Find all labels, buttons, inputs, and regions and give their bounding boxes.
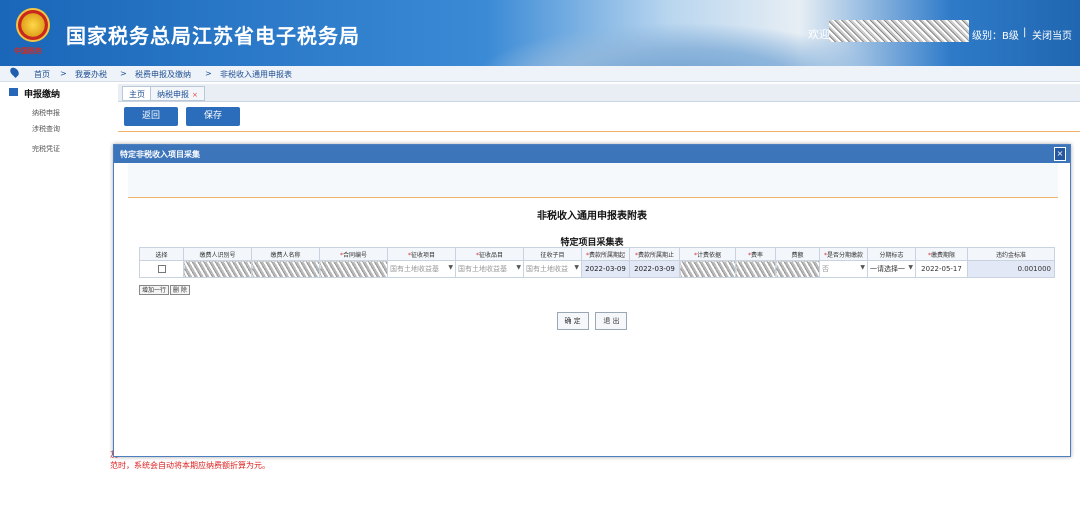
- tax-emblem-icon: [16, 8, 50, 42]
- close-page-link[interactable]: 关闭当页: [1032, 27, 1072, 42]
- welcome-text: 欢迎: [808, 28, 830, 41]
- payer-id-cell: [183, 260, 252, 278]
- column-header: 缴费人识别号: [183, 247, 252, 261]
- tab-close-icon[interactable]: ×: [192, 91, 198, 99]
- table-header-row: 选择 缴费人识别号 缴费人名称 *合同编号 *征收项目 *征收品目 征收子目 *费款所属期起 *…: [139, 247, 1055, 261]
- column-header: *费款所属期止: [629, 247, 680, 261]
- column-label: 缴费期限: [930, 251, 955, 259]
- table-row: 国有土地收益基 国有土地收益基 国有土地收益 2022-03-09 2022-0…: [139, 260, 1055, 278]
- column-header: 缴费人名称: [251, 247, 320, 261]
- tab-label: 纳税申报: [157, 90, 189, 99]
- column-header: 费额: [775, 247, 820, 261]
- installment-flag-select[interactable]: 一请选择一: [867, 260, 916, 278]
- sidebar-heading[interactable]: 申报缴纳: [24, 87, 60, 100]
- back-button[interactable]: 返回: [124, 107, 178, 126]
- tab-tax-declare[interactable]: 纳税申报 ×: [150, 86, 205, 101]
- column-header: 征收子目: [523, 247, 582, 261]
- levy-subitem2-select[interactable]: 国有土地收益: [523, 260, 582, 278]
- masked-user-name: [829, 20, 969, 42]
- delete-row-button[interactable]: 删 除: [170, 285, 190, 295]
- column-header: *征收项目: [387, 247, 456, 261]
- payer-name-cell: [251, 260, 320, 278]
- collection-table: 选择 缴费人识别号 缴费人名称 *合同编号 *征收项目 *征收品目 征收子目 *费款所属期起 *…: [139, 247, 1055, 278]
- modal-title: 特定非税收入项目采集: [114, 145, 1070, 163]
- row-select-cell[interactable]: [139, 260, 184, 278]
- sidebar-item-tax-certificate[interactable]: 完税凭证: [32, 144, 60, 154]
- column-header: 违约金标准: [967, 247, 1055, 261]
- column-header: *计费依据: [679, 247, 736, 261]
- column-label: 是否分期缴款: [826, 251, 863, 259]
- breadcrumb-sep: >: [120, 69, 127, 78]
- column-header: *合同编号: [319, 247, 388, 261]
- site-title: 国家税务总局江苏省电子税务局: [66, 24, 360, 48]
- row-checkbox[interactable]: [157, 265, 166, 273]
- column-label: 违约金标准: [995, 251, 1026, 259]
- contract-no-input[interactable]: [319, 260, 388, 278]
- fee-basis-input[interactable]: [679, 260, 736, 278]
- column-label: 计费依据: [696, 251, 721, 259]
- menu-grid-icon: [9, 88, 18, 96]
- breadcrumb-tax[interactable]: 我要办税: [75, 69, 107, 80]
- modal-band: [128, 163, 1058, 198]
- column-header: *缴费期限: [915, 247, 968, 261]
- column-label: 费款所属期起: [588, 251, 625, 259]
- header-separator: |: [1023, 27, 1027, 38]
- column-label: 费率: [750, 251, 763, 259]
- breadcrumb-current: 非税收入通用申报表: [220, 70, 292, 79]
- period-end-input[interactable]: 2022-03-09: [629, 260, 680, 278]
- breadcrumb-sep: >: [205, 69, 212, 78]
- column-label: 缴费人名称: [270, 251, 301, 259]
- column-label: 征收子目: [540, 251, 565, 259]
- column-header: 选择: [139, 247, 184, 261]
- levy-subitem-select[interactable]: 国有土地收益基: [455, 260, 524, 278]
- sidebar-item-tax-declare[interactable]: 纳税申报: [32, 108, 60, 118]
- breadcrumb-declare[interactable]: 税费申报及缴纳: [135, 69, 191, 80]
- penalty-rate-cell: 0.001000: [967, 260, 1055, 278]
- modal-footer: 确 定 退 出: [114, 312, 1070, 330]
- breadcrumb-sep: >: [60, 69, 67, 78]
- column-label: 选择: [155, 251, 168, 259]
- form-heading: 非税收入通用申报表附表: [537, 211, 647, 222]
- tab-label: 主页: [129, 90, 145, 99]
- column-label: 合同编号: [342, 251, 367, 259]
- period-start-input[interactable]: 2022-03-09: [581, 260, 630, 278]
- column-header: *费率: [735, 247, 776, 261]
- emblem-label: 中国税务: [14, 47, 42, 55]
- divider: [118, 131, 1080, 132]
- add-row-button[interactable]: 增加一行: [139, 285, 170, 295]
- column-label: 分期标志: [879, 251, 904, 259]
- site-header: 中国税务 国家税务总局江苏省电子税务局 欢迎 级别：B级 | 关闭当页: [0, 0, 1080, 66]
- fee-amount-cell: [775, 260, 820, 278]
- column-header: *是否分期缴款: [819, 247, 868, 261]
- column-label: 费额: [791, 251, 804, 259]
- column-label: 费款所属期止: [637, 251, 674, 259]
- levy-item-select[interactable]: 国有土地收益基: [387, 260, 456, 278]
- installment-select[interactable]: 否: [819, 260, 868, 278]
- tab-bar: 主页 纳税申报 ×: [118, 84, 1080, 102]
- column-header: *费款所属期起: [581, 247, 630, 261]
- save-button[interactable]: 保存: [186, 107, 240, 126]
- sidebar-item-tax-query[interactable]: 涉税查询: [32, 124, 60, 134]
- user-level: 级别：B级: [972, 31, 1019, 42]
- column-label: 征收项目: [410, 251, 435, 259]
- warning-text-2: 范时，系统会自动将本期应纳费额折算为元。: [110, 461, 270, 470]
- location-pin-icon: [8, 65, 21, 79]
- fee-rate-input[interactable]: [735, 260, 776, 278]
- column-header: 分期标志: [867, 247, 916, 261]
- sidebar: 申报缴纳 纳税申报 涉税查询 完税凭证: [0, 84, 116, 507]
- column-label: 缴费人识别号: [199, 251, 236, 259]
- modal-close-icon[interactable]: ×: [1054, 147, 1066, 161]
- row-action-buttons: 增加一行删 除: [139, 285, 191, 295]
- toolbar: 返回 保存: [118, 102, 1080, 130]
- confirm-button[interactable]: 确 定: [556, 312, 589, 330]
- special-item-modal: 特定非税收入项目采集 × 非税收入通用申报表附表 特定项目采集表 选择 缴费人识别…: [113, 144, 1071, 457]
- column-header: *征收品目: [455, 247, 524, 261]
- exit-button[interactable]: 退 出: [595, 312, 628, 330]
- column-label: 征收品目: [478, 251, 503, 259]
- deadline-cell[interactable]: 2022-05-17: [915, 260, 968, 278]
- breadcrumb: 首页 > 我要办税 > 税费申报及缴纳 > 非税收入通用申报表: [0, 65, 1080, 82]
- breadcrumb-home[interactable]: 首页: [34, 69, 50, 80]
- tab-home[interactable]: 主页: [122, 86, 152, 101]
